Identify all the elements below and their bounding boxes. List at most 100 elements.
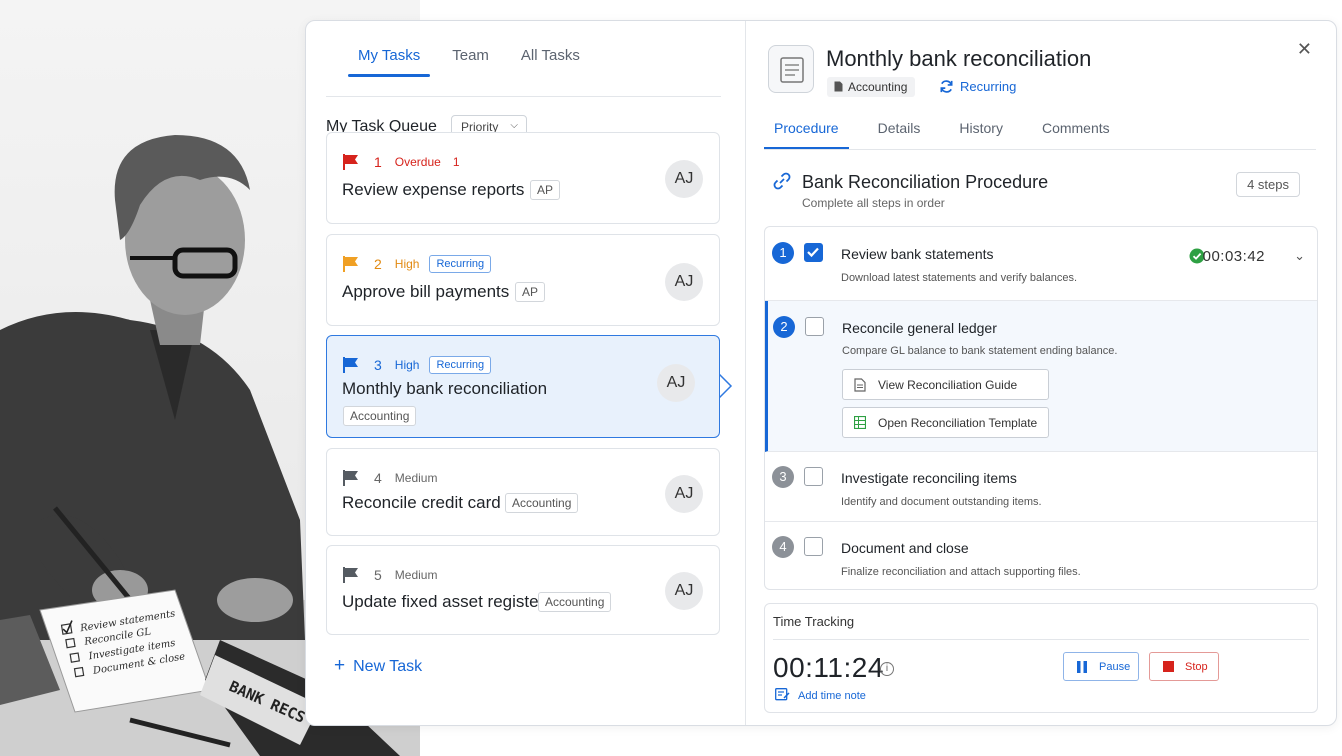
step-number: 1	[772, 242, 794, 264]
pause-label: Pause	[1099, 661, 1131, 673]
stop-icon	[1163, 661, 1174, 672]
task-meta: 3 High Recurring	[342, 356, 492, 374]
procedure-subtitle: Complete all steps in order	[802, 196, 945, 210]
procedure-steps-list: 1 Review bank statements Download latest…	[764, 226, 1318, 590]
step-description: Download latest statements and verify ba…	[841, 272, 1078, 284]
pause-button[interactable]: Pause	[1063, 652, 1139, 681]
task-card-selected[interactable]: 3 High Recurring Monthly bank reconcilia…	[326, 335, 733, 438]
new-task-button[interactable]: + New Task	[334, 655, 422, 677]
task-title: Monthly bank reconciliation	[342, 379, 548, 398]
priority-label: Overdue	[394, 155, 441, 169]
tab-details[interactable]: Details	[868, 120, 931, 148]
view-guide-label: View Reconciliation Guide	[878, 378, 1018, 392]
task-meta: 4 Medium	[342, 469, 447, 487]
recurring-badge: Recurring	[429, 255, 492, 273]
task-tag: AP	[515, 282, 546, 302]
time-tracking-panel: Time Tracking 00:11:24 i Pause Stop Add …	[764, 603, 1318, 713]
procedure-step[interactable]: 1 Review bank statements Download latest…	[765, 227, 1317, 301]
tab-all-tasks[interactable]: All Tasks	[511, 47, 590, 76]
recurring-indicator[interactable]: Recurring	[939, 79, 1016, 94]
task-queue-pane: My Tasks Team All Tasks My Task Queue Pr…	[306, 21, 746, 725]
stop-label: Stop	[1185, 661, 1208, 673]
new-task-label: New Task	[353, 658, 423, 675]
stop-button[interactable]: Stop	[1149, 652, 1219, 681]
tab-team[interactable]: Team	[442, 47, 499, 76]
step-number: 4	[772, 536, 794, 558]
step-description: Finalize reconciliation and attach suppo…	[841, 566, 1081, 578]
task-card[interactable]: 5 Medium Update fixed asset register Acc…	[326, 545, 720, 635]
task-tag: Accounting	[538, 592, 612, 612]
task-number: 5	[374, 567, 382, 583]
file-icon	[834, 81, 843, 92]
step-description: Compare GL balance to bank statement end…	[842, 345, 1118, 357]
task-title: Update fixed asset register	[342, 592, 545, 611]
task-card[interactable]: 2 High Recurring Approve bill payments A…	[326, 234, 720, 326]
step-number: 3	[772, 466, 794, 488]
detail-tabs: Procedure Details History Comments	[764, 120, 1139, 149]
task-detail-pane: Monthly bank reconciliation Accounting R…	[746, 21, 1336, 725]
task-tag: AP	[530, 180, 561, 200]
task-title: Reconcile credit card	[342, 493, 501, 512]
priority-label: Medium	[394, 471, 438, 485]
spreadsheet-icon	[854, 416, 866, 429]
overdue-count: 1	[452, 155, 460, 169]
task-tag: Accounting	[505, 493, 579, 513]
step-checkbox[interactable]	[804, 243, 823, 262]
step-checkbox[interactable]	[805, 317, 824, 336]
avatar[interactable]: AJ	[657, 364, 695, 402]
elapsed-time: 00:11:24	[773, 652, 884, 683]
category-chip: Accounting	[827, 77, 916, 97]
step-checkbox[interactable]	[804, 467, 823, 486]
flag-icon	[343, 154, 358, 170]
step-title: Investigate reconciling items	[841, 470, 1017, 486]
step-title: Reconcile general ledger	[842, 320, 997, 336]
task-tabs: My Tasks Team All Tasks	[348, 47, 602, 77]
procedure-step-active[interactable]: 2 Reconcile general ledger Compare GL ba…	[765, 301, 1317, 452]
tab-procedure[interactable]: Procedure	[764, 120, 849, 149]
task-meta: 5 Medium	[342, 566, 447, 584]
priority-label: High	[394, 257, 420, 271]
document-icon	[854, 378, 866, 392]
steps-count-badge: 4 steps	[1236, 172, 1300, 197]
avatar[interactable]: AJ	[665, 572, 703, 610]
task-card[interactable]: 1 Overdue 1 Review expense reports AP AJ	[326, 132, 720, 224]
plus-icon: +	[334, 655, 346, 676]
close-icon[interactable]: ✕	[1297, 39, 1312, 60]
chevron-down-icon[interactable]: ⌄	[1294, 248, 1305, 264]
task-number: 4	[374, 470, 382, 486]
step-title: Document and close	[841, 540, 969, 556]
step-number: 2	[773, 316, 795, 338]
procedure-step[interactable]: 4 Document and close Finalize reconcilia…	[765, 522, 1317, 589]
tab-history[interactable]: History	[949, 120, 1013, 148]
task-number: 3	[374, 357, 382, 373]
time-tracking-label: Time Tracking	[773, 614, 855, 629]
task-tag: Accounting	[343, 406, 417, 426]
detail-tabs-divider	[764, 149, 1316, 150]
task-detail-title: Monthly bank reconciliation	[826, 46, 1092, 71]
task-meta: 1 Overdue 1	[342, 153, 460, 171]
tabs-divider	[326, 96, 721, 97]
tab-my-tasks[interactable]: My Tasks	[348, 47, 431, 77]
avatar[interactable]: AJ	[665, 475, 703, 513]
document-icon	[768, 45, 814, 93]
step-checkbox[interactable]	[804, 537, 823, 556]
category-label: Accounting	[848, 80, 908, 94]
recurring-label: Recurring	[960, 79, 1017, 94]
task-meta: 2 High Recurring	[342, 255, 492, 273]
app-window: My Tasks Team All Tasks My Task Queue Pr…	[305, 20, 1337, 726]
task-card[interactable]: 4 Medium Reconcile credit card Accountin…	[326, 448, 720, 536]
tab-comments[interactable]: Comments	[1032, 120, 1120, 148]
view-guide-button[interactable]: View Reconciliation Guide	[842, 369, 1049, 400]
chevron-down-icon: ⌵	[510, 120, 518, 131]
add-time-note-link[interactable]: Add time note	[798, 690, 866, 702]
open-template-label: Open Reconciliation Template	[878, 416, 1038, 430]
avatar[interactable]: AJ	[665, 263, 703, 301]
selection-pointer-icon	[719, 374, 733, 398]
link-icon	[773, 172, 791, 190]
procedure-step[interactable]: 3 Investigate reconciling items Identify…	[765, 452, 1317, 522]
step-title: Review bank statements	[841, 246, 994, 262]
avatar[interactable]: AJ	[665, 160, 703, 198]
open-template-button[interactable]: Open Reconciliation Template	[842, 407, 1049, 438]
task-number: 1	[374, 154, 382, 170]
info-icon[interactable]: i	[880, 662, 894, 676]
